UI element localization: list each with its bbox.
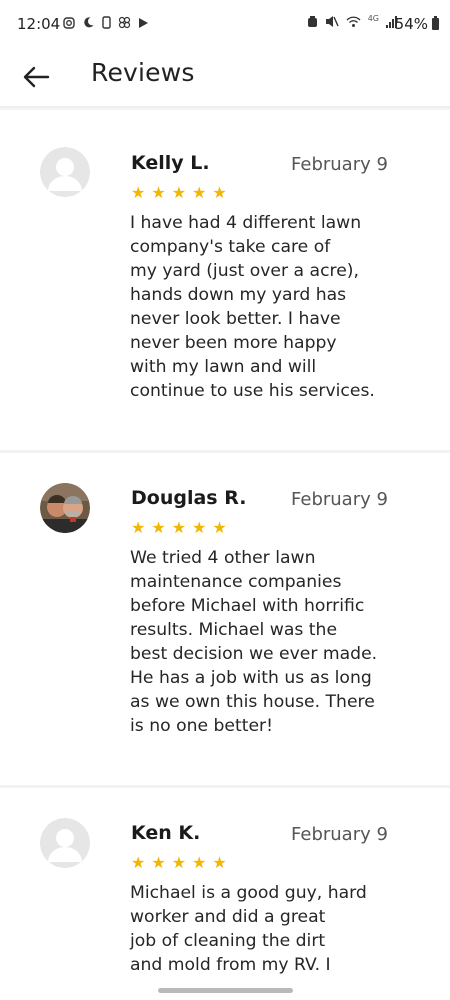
home-indicator[interactable]	[158, 988, 293, 993]
app-header: Reviews	[0, 48, 450, 106]
review-date: February 9	[291, 824, 388, 845]
network-type-label: 4G	[367, 14, 379, 23]
alarm-icon	[307, 16, 317, 27]
reviews-screen: 12:04 4G 54% Reviews Kelly L. February 9…	[0, 0, 450, 1000]
pinwheel-icon	[118, 16, 131, 29]
wifi-icon	[346, 16, 361, 27]
review-text: I have had 4 different lawn company's ta…	[130, 211, 435, 403]
review-line: company's take care of	[130, 237, 331, 257]
arrow-left-icon	[23, 66, 50, 88]
default-avatar-icon	[40, 147, 90, 197]
review-line: He has a job with us as long	[130, 668, 372, 688]
star-rating: ★ ★ ★ ★ ★	[131, 855, 227, 871]
mute-icon	[325, 16, 339, 27]
star-icon: ★	[131, 518, 146, 537]
review-divider	[0, 785, 450, 788]
review-line: hands down my yard has	[130, 285, 347, 305]
review-divider	[0, 450, 450, 453]
star-rating: ★ ★ ★ ★ ★	[131, 185, 227, 201]
battery-percent: 54%	[394, 15, 428, 33]
star-icon: ★	[151, 518, 166, 537]
reviewer-name: Ken K.	[131, 822, 201, 844]
status-bar: 12:04 4G 54%	[0, 0, 450, 48]
photo-avatar	[40, 483, 90, 533]
star-icon: ★	[151, 853, 166, 872]
star-icon: ★	[212, 853, 227, 872]
review-line: never been more happy	[130, 333, 337, 353]
star-icon: ★	[171, 853, 187, 872]
moon-icon	[84, 17, 94, 28]
review-line: never look better. I have	[130, 309, 341, 329]
reviewer-name: Kelly L.	[131, 152, 210, 174]
star-icon: ★	[171, 518, 187, 537]
battery-icon	[432, 16, 439, 30]
review-line: Michael is a good guy, hard	[130, 883, 367, 903]
star-icon: ★	[151, 183, 166, 202]
star-icon: ★	[131, 853, 146, 872]
page-title: Reviews	[91, 58, 195, 87]
star-rating: ★ ★ ★ ★ ★	[131, 520, 227, 536]
star-icon: ★	[192, 518, 207, 537]
star-icon: ★	[171, 183, 187, 202]
star-icon: ★	[192, 183, 207, 202]
review-line: best decision we ever made.	[130, 644, 378, 664]
review-text: We tried 4 other lawn maintenance compan…	[130, 546, 435, 738]
phone-icon	[102, 16, 111, 29]
review-text: Michael is a good guy, hard worker and d…	[130, 881, 435, 977]
star-icon: ★	[212, 518, 227, 537]
review-line: before Michael with horrific	[130, 596, 365, 616]
header-divider	[0, 106, 450, 110]
star-icon: ★	[192, 853, 207, 872]
review-line: worker and did a great	[130, 907, 326, 927]
review-line: with my lawn and will	[130, 357, 317, 377]
review-line: maintenance companies	[130, 572, 342, 592]
review-line: as we own this house. There	[130, 692, 375, 712]
review-date: February 9	[291, 154, 388, 175]
review-date: February 9	[291, 489, 388, 510]
default-avatar-icon	[40, 818, 90, 868]
review-line: is no one better!	[130, 716, 274, 736]
play-icon	[139, 17, 148, 28]
status-time: 12:04	[17, 15, 61, 33]
system-icons: 4G	[307, 14, 398, 28]
review-line: I have had 4 different lawn	[130, 213, 362, 233]
review-line: continue to use his services.	[130, 381, 375, 401]
review-line: job of cleaning the dirt	[130, 931, 326, 951]
notification-icons	[63, 16, 149, 29]
review-line: We tried 4 other lawn	[130, 548, 316, 568]
reviewer-name: Douglas R.	[131, 487, 247, 509]
star-icon: ★	[212, 183, 227, 202]
review-line: and mold from my RV. I	[130, 955, 331, 975]
instagram-icon	[63, 16, 75, 29]
review-line: my yard (just over a acre),	[130, 261, 359, 281]
review-line: results. Michael was the	[130, 620, 338, 640]
back-button[interactable]	[12, 53, 60, 101]
star-icon: ★	[131, 183, 146, 202]
